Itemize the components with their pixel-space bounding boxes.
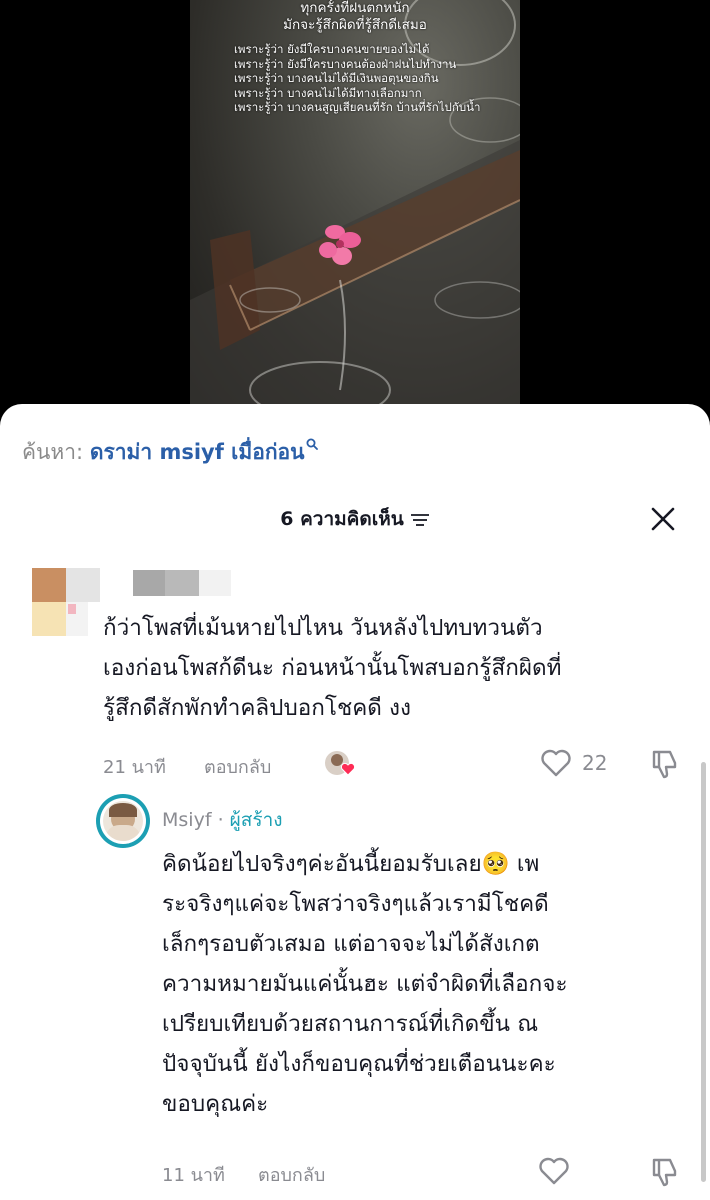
reply-username[interactable]: Msiyf <box>162 809 212 831</box>
reply-author[interactable]: Msiyf · ผู้สร้าง <box>162 805 283 835</box>
reply-text-line: เปรียบเทียบด้วยสถานการณ์ที่เกิดขึ้น ณ <box>162 1011 539 1037</box>
comments-header: 6 ความคิดเห็น <box>0 504 710 534</box>
search-query-link[interactable]: ดราม่า msiyf เมื่อก่อน <box>90 440 305 464</box>
reply-text-line: ความหมายมันแค่นั้นฮะ แต่จำผิดที่เลือกจะ <box>162 971 568 997</box>
like-heart-icon[interactable] <box>540 748 572 778</box>
search-icon[interactable] <box>306 438 318 450</box>
search-suggestion[interactable]: ค้นหา: ดราม่า msiyf เมื่อก่อน <box>22 436 318 469</box>
reply-button[interactable]: ตอบกลับ <box>204 752 271 781</box>
dislike-icon[interactable] <box>648 746 682 780</box>
separator-dot: · <box>217 809 224 831</box>
comment-count-title: 6 ความคิดเห็น <box>280 508 404 530</box>
like-count: 22 <box>582 751 608 775</box>
comment-text: ก้ว่าโพสที่เม้นหายไปไหน วันหลังไปทบทวนตั… <box>103 608 703 728</box>
reply-text-line: ระจริงๆแค่จะโพสว่าจริงๆแล้วเรามีโชคดี <box>162 891 549 917</box>
reply-timestamp: 11 นาที <box>162 1165 225 1186</box>
video-caption-line: เพราะรู้ว่า บางคนไม่ได้มีเงินพอตุนของกิน <box>234 71 439 85</box>
creator-avatar[interactable] <box>96 794 150 848</box>
video-caption-line: เพราะรู้ว่า บางคนไม่ได้มีทางเลือกมาก <box>234 85 422 100</box>
video-caption-lines: เพราะรู้ว่า ยังมีใครบางคนขายของไม่ได้ เพ… <box>190 42 520 115</box>
reply-text-line: เล็กๆรอบตัวเสมอ แต่อาจจะไม่ได้สังเกต <box>162 931 540 957</box>
reply-button[interactable]: ตอบกลับ <box>258 1160 325 1189</box>
comment-text-line: เองก่อนโพสก้ดีนะ ก่อนหน้านั้นโพสบอกรู้สึ… <box>103 655 562 681</box>
dislike-icon[interactable] <box>648 1154 682 1188</box>
reply-text-segment: เพ <box>516 851 540 877</box>
video-title-line: มักจะรู้สึกผิดที่รู้สึกดีเสมอ <box>283 17 427 33</box>
creator-heart-icon <box>340 762 356 776</box>
sort-icon[interactable] <box>410 513 430 527</box>
comment-text-line: ก้ว่าโพสที่เม้นหายไปไหน วันหลังไปทบทวนตั… <box>103 615 543 641</box>
reply-text-line: คิดน้อยไปจริงๆค่ะอันนี้ยอมรับเลย🥺 เพ <box>162 844 702 884</box>
scrollbar[interactable] <box>701 762 706 1182</box>
comment-timestamp: 21 นาที <box>103 757 166 778</box>
video-caption-line: เพราะรู้ว่า ยังมีใครบางคนต้องฝ่าฝนไปทำงา… <box>234 56 457 71</box>
comment-text-line: รู้สึกดีสักพักทำคลิปบอกโชคดี งง <box>103 695 412 721</box>
video-caption-line: เพราะรู้ว่า ยังมีใครบางคนขายของไม่ได้ <box>234 42 430 56</box>
pleading-face-emoji: 🥺 <box>481 851 510 877</box>
creator-badge: ผู้สร้าง <box>229 809 283 831</box>
comments-sheet: ค้นหา: ดราม่า msiyf เมื่อก่อน 6 ความคิดเ… <box>0 404 710 1200</box>
video-caption-title: ทุกครั้งที่ฝนตกหนัก มักจะรู้สึกผิดที่รู้… <box>190 0 520 34</box>
reply-text: คิดน้อยไปจริงๆค่ะอันนี้ยอมรับเลย🥺 เพ ระจ… <box>162 844 702 1124</box>
like-heart-icon[interactable] <box>538 1156 570 1186</box>
video-area[interactable]: ทุกครั้งที่ฝนตกหนัก มักจะรู้สึกผิดที่รู้… <box>0 0 710 410</box>
reply-text-segment: คิดน้อยไปจริงๆค่ะอันนี้ยอมรับเลย <box>162 851 482 877</box>
reply-text-line: ปัจจุบันนี้ ยังไงก็ขอบคุณที่ช่วยเตือนนะค… <box>162 1051 556 1077</box>
close-icon[interactable] <box>648 504 678 534</box>
video-caption-line: เพราะรู้ว่า บางคนสูญเสียคนที่รัก บ้านที่… <box>234 100 481 114</box>
reply-text-line: ขอบคุณค่ะ <box>162 1091 269 1117</box>
video-title-line: ทุกครั้งที่ฝนตกหนัก <box>300 0 410 16</box>
video-frame[interactable]: ทุกครั้งที่ฝนตกหนัก มักจะรู้สึกผิดที่รู้… <box>190 0 520 410</box>
search-label: ค้นหา: <box>22 440 84 464</box>
